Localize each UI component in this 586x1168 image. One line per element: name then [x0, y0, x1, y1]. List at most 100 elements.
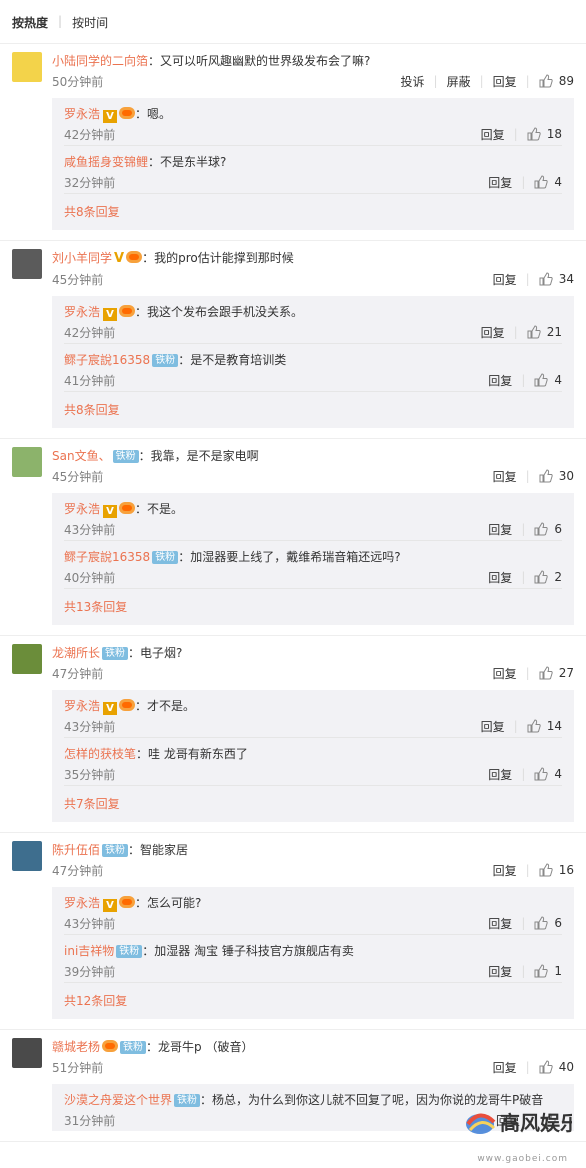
like-button[interactable]: 89	[539, 74, 574, 89]
more-replies-link[interactable]: 共8条回复	[64, 392, 562, 428]
reply-button[interactable]: 回复	[481, 718, 505, 735]
like-button[interactable]: 4	[534, 175, 562, 190]
sort-by-time[interactable]: 按时间	[72, 14, 108, 31]
like-button[interactable]: 4	[534, 767, 562, 782]
reply-button[interactable]: 回复	[493, 665, 517, 682]
reply-button[interactable]: 回复	[488, 174, 512, 191]
more-replies-link[interactable]: 共12条回复	[64, 983, 562, 1019]
colon: ：	[138, 449, 151, 463]
username[interactable]: 小陆同学的二向箔	[52, 54, 148, 68]
username[interactable]: 怎样的获枝笔	[64, 747, 136, 761]
reply-item: 罗永浩 V ：我这个发布会跟手机没关系。 42分钟前 回复 | 21	[64, 296, 562, 344]
reply-button[interactable]: 回复	[481, 126, 505, 143]
action-separator: |	[521, 175, 526, 189]
comment-body: 刘小羊同学 V ：我的pro估计能撑到那时候 45分钟前 回复 | 34 罗永浩 V ：我这个发布…	[52, 249, 574, 438]
reply-box: 罗永浩 V ：怎么可能? 43分钟前 回复 | 6 ini吉祥物 铁粉 ：加湿器 淘宝 锤子科技官…	[52, 887, 574, 1019]
username[interactable]: 罗永浩	[64, 107, 100, 121]
username[interactable]: 罗永浩	[64, 896, 100, 910]
comment-actions: 回复 | 27	[493, 665, 574, 682]
reply-button[interactable]: 回复	[488, 372, 512, 389]
verified-v-icon: V	[103, 505, 118, 518]
like-button[interactable]: 30	[539, 469, 574, 484]
username[interactable]: ini吉祥物	[64, 944, 114, 958]
reply-button[interactable]: 回复	[488, 766, 512, 783]
reply-button[interactable]: 回复	[493, 1059, 517, 1076]
reply-button[interactable]: 回复	[488, 915, 512, 932]
avatar[interactable]	[12, 52, 42, 82]
fan-badge: 铁粉	[102, 647, 129, 660]
comment-line: 鳏子宸說16358 铁粉 ：加湿器要上线了，戴维希瑞音箱还远吗?	[64, 548, 562, 566]
comment-line: 陈升伍佰 铁粉 ：智能家居	[52, 841, 574, 859]
avatar[interactable]	[12, 644, 42, 674]
comment-text: 我靠，是不是家电啊	[150, 449, 259, 463]
reply-box: 罗永浩 V ：才不是。 43分钟前 回复 | 14 怎样的获枝笔：哇 龙哥有新东西了 35分钟前…	[52, 690, 574, 822]
comment-line: 赣城老杨 铁粉 ：龙哥牛p （破音）	[52, 1038, 574, 1056]
more-replies-link[interactable]: 共13条回复	[64, 589, 562, 625]
like-button[interactable]: 27	[539, 666, 574, 681]
like-button[interactable]: 21	[527, 325, 562, 340]
comment-list: 小陆同学的二向箔：又可以听风趣幽默的世界级发布会了嘛? 50分钟前 投诉 | 屏蔽 | 回复…	[0, 44, 586, 1142]
comment-body: 小陆同学的二向箔：又可以听风趣幽默的世界级发布会了嘛? 50分钟前 投诉 | 屏蔽 | 回复…	[52, 52, 574, 240]
block-button[interactable]: 屏蔽	[447, 73, 471, 90]
like-button[interactable]: 6	[534, 916, 562, 931]
reply-button[interactable]: 回复	[493, 73, 517, 90]
thumb-up-icon	[539, 1060, 553, 1075]
like-button[interactable]: 2	[534, 570, 562, 585]
like-button[interactable]: 40	[539, 1060, 574, 1075]
reply-button[interactable]: 回复	[481, 324, 505, 341]
avatar[interactable]	[12, 1038, 42, 1068]
reply-item: 罗永浩 V ：不是。 43分钟前 回复 | 6	[64, 493, 562, 541]
comment-text: 智能家居	[140, 843, 189, 857]
username[interactable]: 鳏子宸說16358	[64, 550, 150, 564]
username[interactable]: 陈升伍佰	[52, 843, 100, 857]
like-button[interactable]: 18	[527, 127, 562, 142]
level-icon	[119, 305, 136, 317]
avatar[interactable]	[12, 249, 42, 279]
like-button[interactable]: 14	[527, 719, 562, 734]
reply-button[interactable]: 回复	[493, 271, 517, 288]
like-button[interactable]: 1	[534, 964, 562, 979]
username[interactable]: 罗永浩	[64, 305, 100, 319]
reply-button[interactable]: 回复	[493, 468, 517, 485]
username[interactable]: 龙潮所长	[52, 646, 100, 660]
reply-button[interactable]: 回复	[488, 963, 512, 980]
more-replies-link[interactable]: 共7条回复	[64, 786, 562, 822]
comment-actions: 回复 | 16	[493, 862, 574, 879]
like-button[interactable]: 34	[539, 272, 574, 287]
comment-line: 罗永浩 V ：我这个发布会跟手机没关系。	[64, 303, 562, 321]
comment-actions: 回复 | 2	[488, 569, 562, 586]
fan-badge: 铁粉	[174, 1094, 201, 1107]
sort-bar: 按热度 | 按时间	[0, 0, 586, 44]
like-count: 34	[558, 272, 574, 286]
thumb-up-icon	[539, 666, 553, 681]
username[interactable]: San文鱼、	[52, 449, 111, 463]
reply-button[interactable]: 回复	[488, 569, 512, 586]
sort-by-hot[interactable]: 按热度	[12, 14, 48, 31]
username[interactable]: 沙漠之舟爱这个世界	[64, 1093, 172, 1107]
like-button[interactable]: 4	[534, 373, 562, 388]
action-separator: |	[479, 74, 484, 88]
like-button[interactable]: 16	[539, 863, 574, 878]
reply-button[interactable]: 回复	[488, 521, 512, 538]
comment-meta: 32分钟前 回复 | 4	[64, 171, 562, 193]
like-count: 40	[558, 1060, 574, 1074]
comment-meta: 43分钟前 回复 | 14	[64, 715, 562, 737]
more-replies-link[interactable]: 共8条回复	[64, 194, 562, 230]
like-button[interactable]: 6	[534, 522, 562, 537]
reply-button[interactable]: 回复	[493, 862, 517, 879]
username[interactable]: 鳏子宸說16358	[64, 353, 150, 367]
username[interactable]: 咸鱼摇身变锦鲤	[64, 155, 148, 169]
verified-v-icon: V	[103, 110, 118, 123]
comment-actions: 回复 | 1	[488, 963, 562, 980]
avatar[interactable]	[12, 447, 42, 477]
comment-meta: 45分钟前 回复 | 30	[52, 465, 574, 487]
report-button[interactable]: 投诉	[401, 73, 425, 90]
username[interactable]: 罗永浩	[64, 699, 100, 713]
comment-line: 刘小羊同学 V ：我的pro估计能撑到那时候	[52, 249, 574, 268]
username[interactable]: 罗永浩	[64, 502, 100, 516]
avatar[interactable]	[12, 841, 42, 871]
username[interactable]: 刘小羊同学	[52, 251, 112, 265]
fan-badge: 铁粉	[152, 354, 179, 367]
comment-actions: 回复 | 30	[493, 468, 574, 485]
username[interactable]: 赣城老杨	[52, 1040, 100, 1054]
